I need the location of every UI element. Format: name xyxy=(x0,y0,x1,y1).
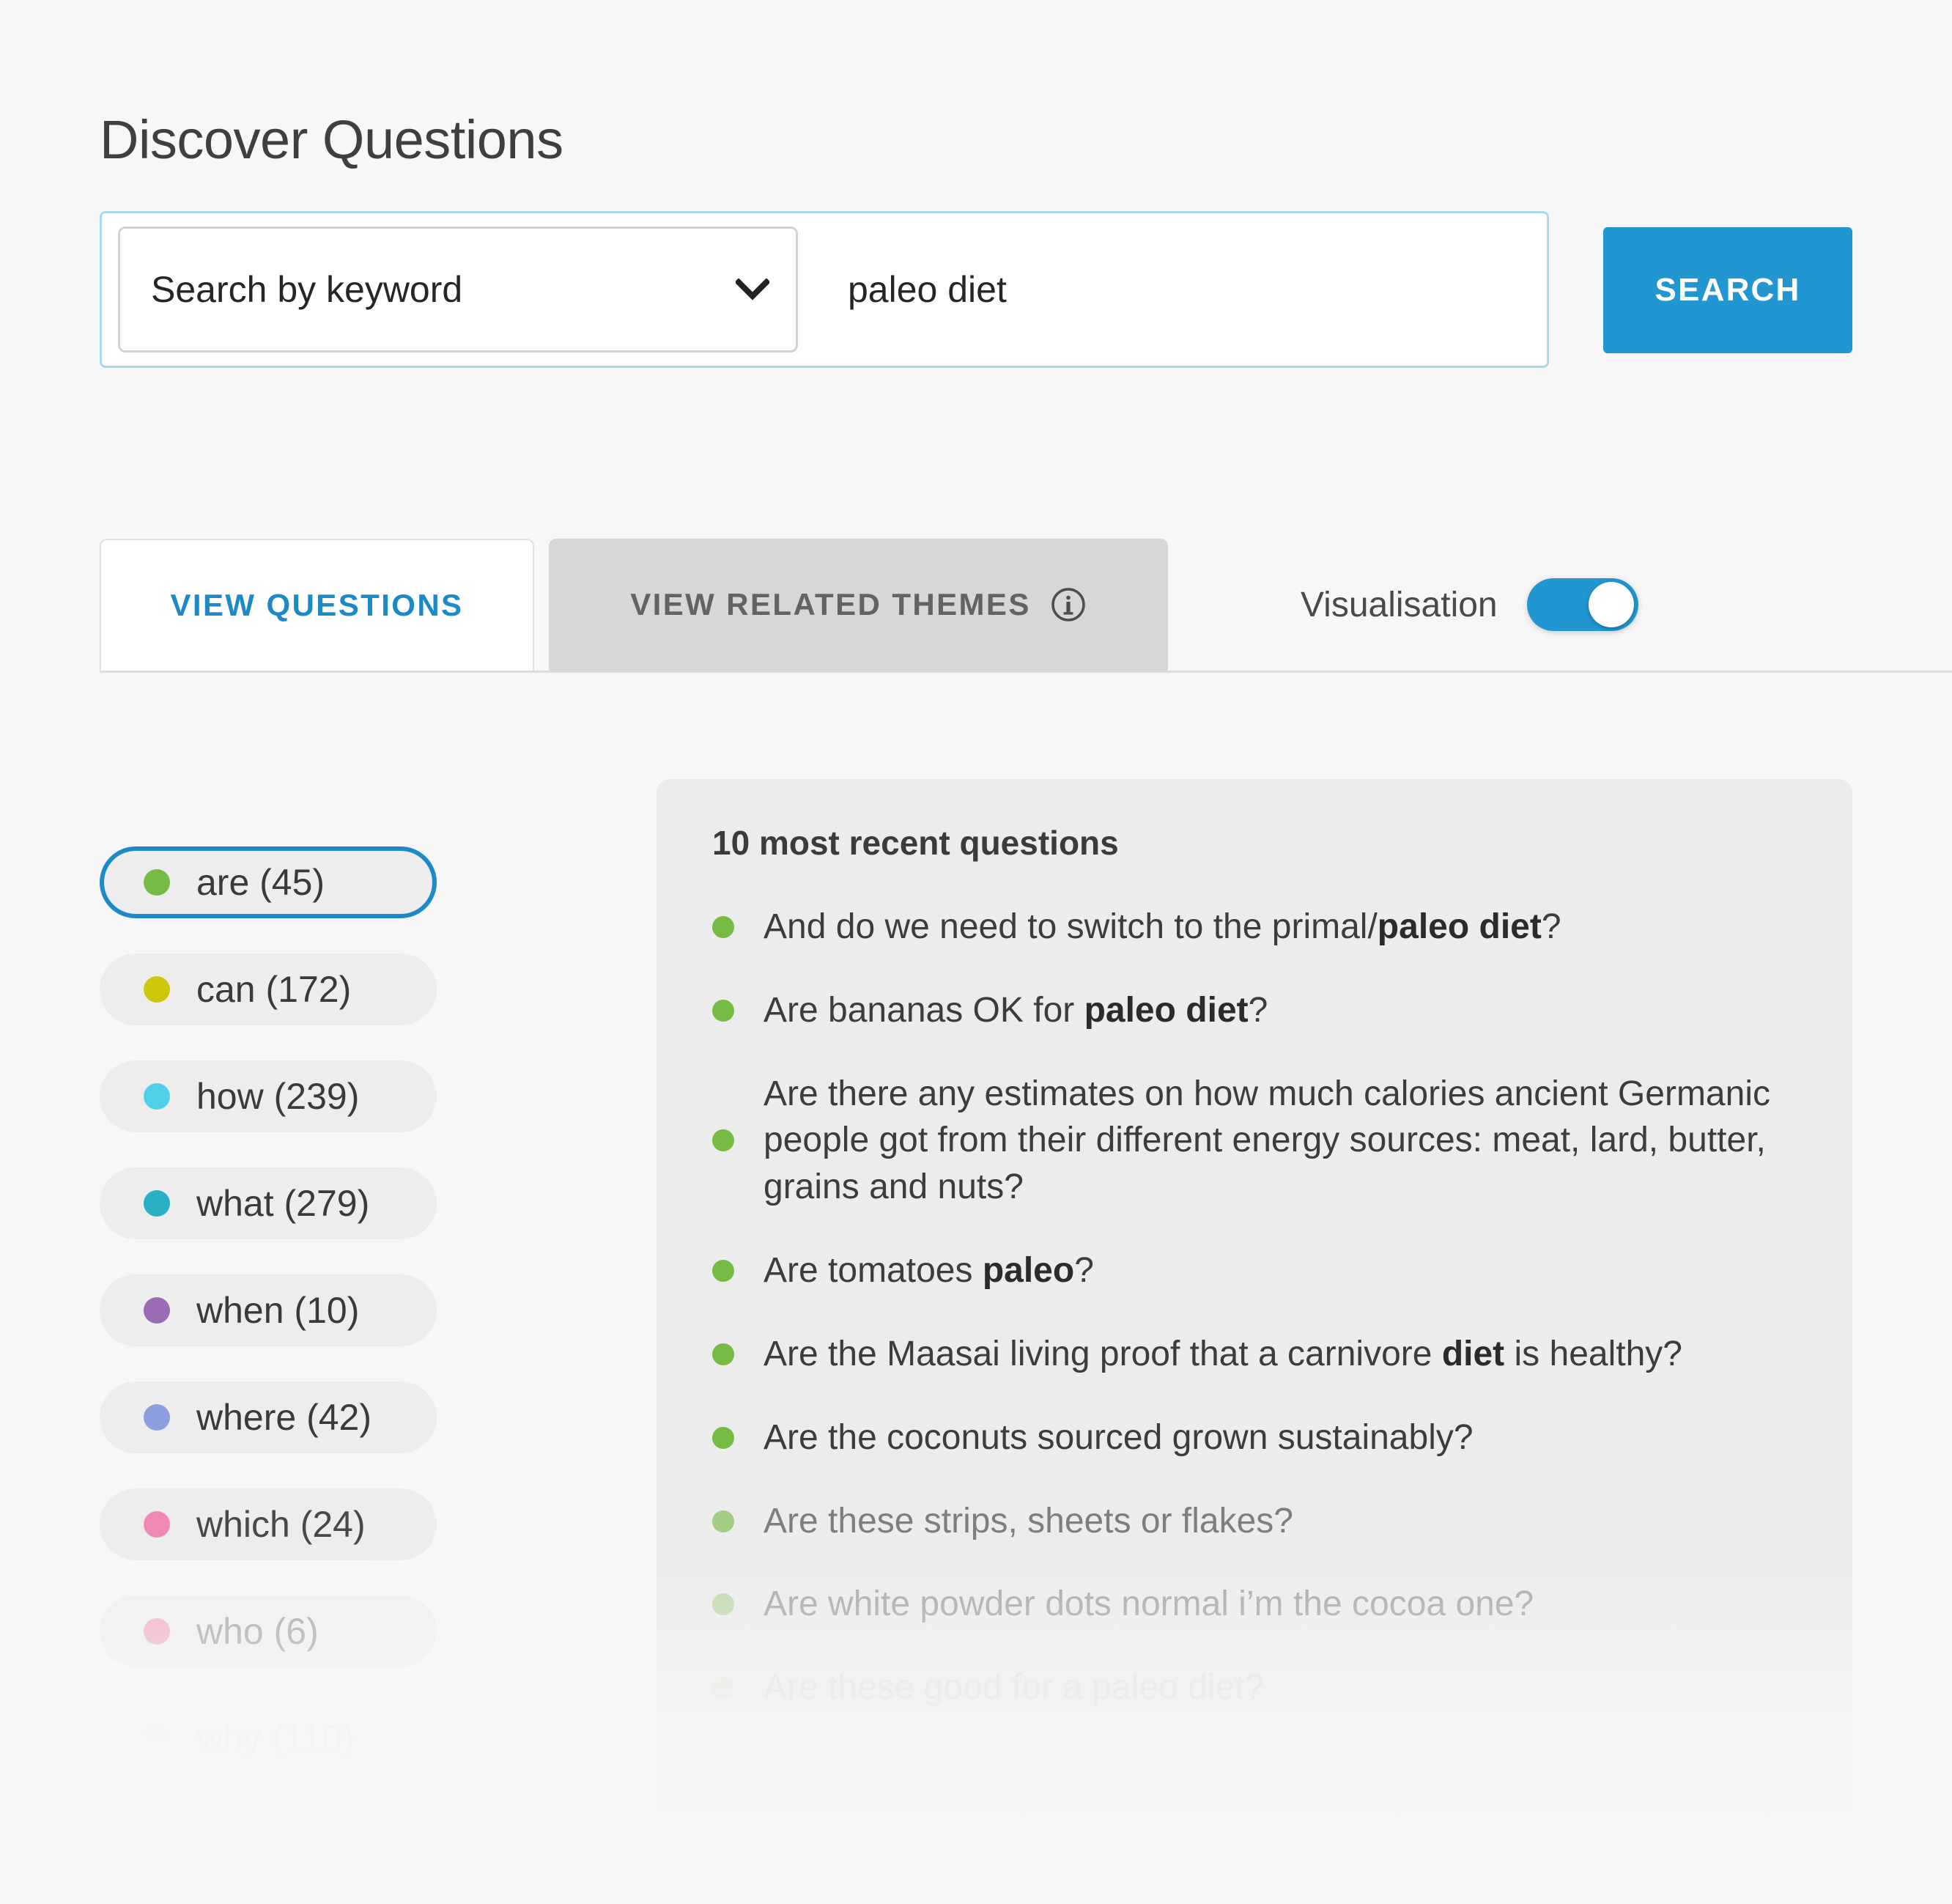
question-text: Are white powder dots normal i’m the coc… xyxy=(764,1581,1534,1628)
question-item[interactable]: Are the coconuts sourced grown sustainab… xyxy=(712,1414,1786,1461)
filter-pill-how[interactable]: how (239) xyxy=(100,1060,437,1132)
question-bullet-icon xyxy=(712,1593,734,1615)
question-bullet-icon xyxy=(712,916,734,938)
question-bullet-icon xyxy=(712,1510,734,1532)
question-item[interactable]: Are white powder dots normal i’m the coc… xyxy=(712,1581,1786,1628)
filter-pill-dot-icon xyxy=(144,869,170,896)
question-text: Are these strips, sheets or flakes? xyxy=(764,1498,1293,1545)
filter-pill-which[interactable]: which (24) xyxy=(100,1488,437,1560)
filter-pill-where[interactable]: where (42) xyxy=(100,1381,437,1453)
filter-pill-dot-icon xyxy=(144,1511,170,1538)
search-mode-label: Search by keyword xyxy=(151,268,462,311)
filter-pill-label: why (110) xyxy=(196,1717,355,1760)
filter-pill-label: are (45) xyxy=(196,861,325,904)
filter-pill-dot-icon xyxy=(144,1618,170,1645)
filter-pill-label: which (24) xyxy=(196,1503,366,1546)
toggle-knob xyxy=(1589,582,1634,627)
filter-pill-dot-icon xyxy=(144,976,170,1003)
info-icon[interactable] xyxy=(1050,586,1087,623)
visualisation-label: Visualisation xyxy=(1301,585,1498,625)
question-text: Are these good for a paleo diet? xyxy=(764,1664,1264,1711)
question-item[interactable]: Are there any estimates on how much calo… xyxy=(712,1071,1786,1211)
discover-questions-page: Discover Questions Search by keyword SEA… xyxy=(0,0,1952,1904)
search-mode-select[interactable]: Search by keyword xyxy=(118,226,798,353)
question-text: Are bananas OK for paleo diet? xyxy=(764,987,1268,1034)
question-text: Are there any estimates on how much calo… xyxy=(764,1071,1786,1211)
question-text: Are the Maasai living proof that a carni… xyxy=(764,1331,1682,1378)
filter-pill-are[interactable]: are (45) xyxy=(100,846,437,918)
filter-pill-label: how (239) xyxy=(196,1075,359,1118)
filter-pill-label: what (279) xyxy=(196,1182,369,1225)
question-bullet-icon xyxy=(712,1129,734,1151)
filter-pill-dot-icon xyxy=(144,1083,170,1110)
tab-view-related-themes-label: VIEW RELATED THEMES xyxy=(630,587,1031,622)
visualisation-toggle[interactable] xyxy=(1527,578,1638,631)
question-item[interactable]: Are tomatoes paleo? xyxy=(712,1247,1786,1294)
tab-view-related-themes[interactable]: VIEW RELATED THEMES xyxy=(549,539,1168,671)
question-item[interactable]: Are these good for a paleo diet? xyxy=(712,1664,1786,1711)
question-bullet-icon xyxy=(712,1000,734,1022)
recent-questions-panel: 10 most recent questions And do we need … xyxy=(657,779,1852,1904)
visualisation-control: Visualisation xyxy=(1301,539,1638,671)
question-word-filter-list: are (45) can (172) how (239) what (279) when… xyxy=(100,846,451,1904)
tab-view-questions[interactable]: VIEW QUESTIONS xyxy=(100,539,534,671)
question-bullet-icon xyxy=(712,1677,734,1699)
question-bullet-icon xyxy=(712,1427,734,1449)
question-item[interactable]: Are the Maasai living proof that a carni… xyxy=(712,1331,1786,1378)
filter-pill-dot-icon xyxy=(144,1404,170,1431)
chevron-down-icon xyxy=(736,278,769,300)
tabs-divider xyxy=(100,671,1952,673)
filter-pill-dot-icon xyxy=(144,1190,170,1217)
question-bullet-icon xyxy=(712,1260,734,1282)
search-input[interactable] xyxy=(846,257,1525,322)
tab-view-questions-label: VIEW QUESTIONS xyxy=(171,588,464,623)
question-item[interactable]: Are these strips, sheets or flakes? xyxy=(712,1498,1786,1545)
filter-pill-when[interactable]: when (10) xyxy=(100,1274,437,1346)
tabs-bar: VIEW QUESTIONS VIEW RELATED THEMES xyxy=(0,539,1952,671)
filter-pill-label: where (42) xyxy=(196,1396,371,1439)
page-title: Discover Questions xyxy=(100,108,563,171)
question-text: Are the coconuts sourced grown sustainab… xyxy=(764,1414,1474,1461)
filter-pill-why[interactable]: why (110) xyxy=(100,1702,437,1774)
search-row: Search by keyword SEARCH xyxy=(100,211,1852,372)
filter-pill-label: who (6) xyxy=(196,1610,319,1653)
question-item[interactable]: And do we need to switch to the primal/p… xyxy=(712,904,1786,951)
question-text: Are tomatoes paleo? xyxy=(764,1247,1094,1294)
panel-title: 10 most recent questions xyxy=(712,823,1786,863)
filter-pill-dot-icon xyxy=(144,1725,170,1752)
filter-pill-label: can (172) xyxy=(196,968,351,1011)
search-button[interactable]: SEARCH xyxy=(1603,227,1852,353)
filter-pill-can[interactable]: can (172) xyxy=(100,953,437,1025)
filter-pill-who[interactable]: who (6) xyxy=(100,1595,437,1667)
filter-pill-label: when (10) xyxy=(196,1289,359,1332)
question-bullet-icon xyxy=(712,1343,734,1365)
question-text: And do we need to switch to the primal/p… xyxy=(764,904,1561,951)
search-shell: Search by keyword xyxy=(100,211,1549,368)
question-item[interactable]: Are bananas OK for paleo diet? xyxy=(712,987,1786,1034)
filter-pill-what[interactable]: what (279) xyxy=(100,1167,437,1239)
filter-pill-dot-icon xyxy=(144,1297,170,1324)
